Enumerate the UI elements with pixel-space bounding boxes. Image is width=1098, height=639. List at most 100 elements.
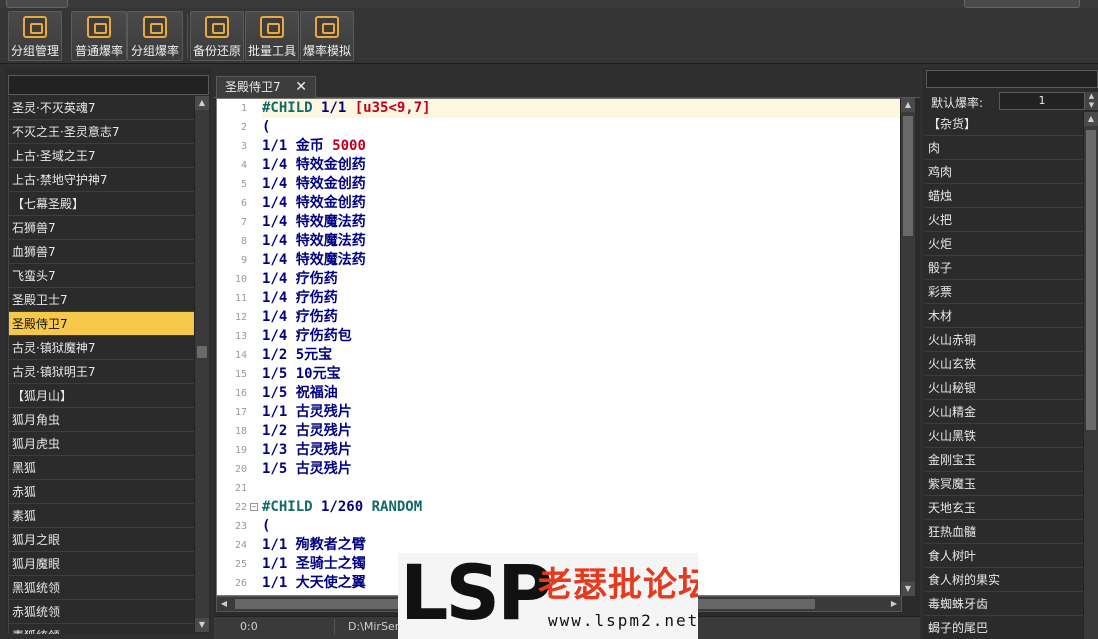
- list-item[interactable]: 火炬: [925, 232, 1083, 256]
- line-number: 22: [234, 502, 247, 513]
- list-item[interactable]: 血狮兽7: [9, 240, 194, 264]
- batch-tool-icon: [260, 16, 284, 38]
- list-item[interactable]: 火山秘银: [925, 376, 1083, 400]
- list-item[interactable]: 狐月之眼: [9, 528, 194, 552]
- item-list[interactable]: 【杂货】肉鸡肉 蜡烛 火把 火炬 骰子 彩票 木材 火山赤铜 火山玄铁 火山秘银 火山精金 火山黑铁金…: [925, 112, 1083, 639]
- batch-tool-button[interactable]: 批量工具: [245, 11, 299, 61]
- code-line: 1/4 特效金创药: [262, 157, 366, 173]
- line-number-gutter: 1 2 3 4 5 6 7 8 9 10 11 12 13 14 15 16 17 18 19 20 21 22−23 24…: [217, 99, 261, 595]
- code-line: (: [262, 518, 271, 534]
- line-number: 24: [234, 540, 247, 551]
- code-line: 1/4 疗伤药包: [262, 328, 352, 344]
- scroll-up-arrow-icon[interactable]: ▲: [901, 98, 915, 112]
- group-rate-button[interactable]: 分组爆率: [127, 11, 183, 61]
- list-item[interactable]: 毒蜘蛛牙齿: [925, 592, 1083, 616]
- list-item[interactable]: 【七幕圣殿】: [9, 192, 194, 216]
- list-item[interactable]: 蜡烛: [925, 184, 1083, 208]
- monster-list-scrollbar[interactable]: ▲ ▼: [194, 96, 209, 632]
- scroll-down-arrow-icon[interactable]: ▼: [195, 618, 209, 632]
- list-item[interactable]: 火山赤铜: [925, 328, 1083, 352]
- list-item[interactable]: 狐月角虫: [9, 408, 194, 432]
- monster-list[interactable]: 圣灵·不灭英魂7 不灭之王·圣灵意志7 上古·圣域之王7 上古·禁地守护神7 【…: [8, 96, 194, 634]
- editor-vertical-scrollbar[interactable]: ▲ ▼: [900, 98, 915, 596]
- scroll-left-arrow-icon[interactable]: ◀: [217, 598, 231, 610]
- list-item[interactable]: 赤狐: [9, 480, 194, 504]
- list-item[interactable]: 蝎子的尾巴: [925, 616, 1083, 639]
- watermark: LSP 老瑟批论坛 www.lspm2.net: [398, 553, 698, 639]
- list-item[interactable]: 火把: [925, 208, 1083, 232]
- status-divider: [334, 619, 335, 635]
- list-item[interactable]: 火山玄铁: [925, 352, 1083, 376]
- title-left-button[interactable]: [6, 0, 68, 8]
- list-item[interactable]: 食人树叶: [925, 544, 1083, 568]
- rate-simulate-button[interactable]: 爆率模拟: [300, 11, 354, 61]
- code-line: 1/4 疗伤药: [262, 271, 338, 287]
- item-list-scrollbar[interactable]: ▲: [1083, 112, 1098, 639]
- list-item[interactable]: 黑狐: [9, 456, 194, 480]
- list-item[interactable]: 火山精金: [925, 400, 1083, 424]
- list-item[interactable]: 素狐统领: [9, 624, 194, 634]
- code-editor[interactable]: 1 2 3 4 5 6 7 8 9 10 11 12 13 14 15 16 17 18 19 20 21 22−23 24…: [216, 98, 902, 596]
- close-icon[interactable]: ✕: [295, 77, 307, 97]
- code-line: 1/4 特效金创药: [262, 176, 366, 192]
- watermark-url: www.lspm2.net: [548, 611, 698, 630]
- fold-toggle-icon[interactable]: −: [250, 503, 258, 511]
- scroll-down-arrow-icon[interactable]: ▼: [901, 582, 915, 596]
- monster-search-input[interactable]: [8, 75, 209, 95]
- scroll-up-arrow-icon[interactable]: ▲: [1084, 112, 1098, 126]
- code-line: 1/5 祝福油: [262, 385, 338, 401]
- list-item[interactable]: 飞蛮头7: [9, 264, 194, 288]
- title-right-field[interactable]: [964, 0, 1080, 8]
- list-item[interactable]: 肉: [925, 136, 1083, 160]
- list-item[interactable]: 上古·禁地守护神7: [9, 168, 194, 192]
- scroll-up-arrow-icon[interactable]: ▲: [195, 96, 209, 110]
- editor-tab-bar: 圣殿侍卫7 ✕: [214, 74, 920, 98]
- list-item[interactable]: 食人树的果实: [925, 568, 1083, 592]
- list-item[interactable]: 狂热血髓: [925, 520, 1083, 544]
- list-item[interactable]: 【杂货】: [925, 112, 1083, 136]
- list-item[interactable]: 金刚宝玉: [925, 448, 1083, 472]
- code-line: #CHILD 1/260 RANDOM: [262, 499, 423, 515]
- scroll-thumb[interactable]: [1086, 130, 1096, 430]
- list-item[interactable]: 圣殿卫士7: [9, 288, 194, 312]
- list-item[interactable]: 天地玄玉: [925, 496, 1083, 520]
- scroll-thumb[interactable]: [903, 116, 913, 236]
- line-number: 20: [234, 464, 247, 475]
- list-item[interactable]: 木材: [925, 304, 1083, 328]
- list-item[interactable]: 火山黑铁: [925, 424, 1083, 448]
- list-item[interactable]: 【狐月山】: [9, 384, 194, 408]
- list-item[interactable]: 骰子: [925, 256, 1083, 280]
- list-item[interactable]: 古灵·镇狱明王7: [9, 360, 194, 384]
- list-item[interactable]: 不灭之王·圣灵意志7: [9, 120, 194, 144]
- line-number: 7: [240, 217, 247, 228]
- line-number: 21: [234, 483, 247, 494]
- normal-rate-button[interactable]: 普通爆率: [71, 11, 127, 61]
- list-item[interactable]: 赤狐统领: [9, 600, 194, 624]
- list-item[interactable]: 紫冥魔玉: [925, 472, 1083, 496]
- title-bar: [0, 0, 1098, 8]
- list-item[interactable]: 古灵·镇狱魔神7: [9, 336, 194, 360]
- list-item[interactable]: 黑狐统领: [9, 576, 194, 600]
- list-item-selected[interactable]: 圣殿侍卫7: [9, 312, 194, 336]
- rate-spinner[interactable]: ▲ ▼: [1085, 92, 1098, 110]
- line-number: 2: [240, 122, 247, 133]
- list-item[interactable]: 狐月魔眼: [9, 552, 194, 576]
- list-item[interactable]: 上古·圣域之王7: [9, 144, 194, 168]
- code-line: 1/1 金币 5000: [262, 138, 366, 154]
- editor-tab[interactable]: 圣殿侍卫7 ✕: [216, 76, 316, 98]
- list-item[interactable]: 圣灵·不灭英魂7: [9, 96, 194, 120]
- backup-restore-button[interactable]: 备份还原: [190, 11, 244, 61]
- scroll-right-arrow-icon[interactable]: ▶: [887, 598, 901, 610]
- list-item[interactable]: 素狐: [9, 504, 194, 528]
- group-manage-button[interactable]: 分组管理: [8, 11, 62, 61]
- list-item[interactable]: 石狮兽7: [9, 216, 194, 240]
- list-item[interactable]: 彩票: [925, 280, 1083, 304]
- list-item[interactable]: 狐月虎虫: [9, 432, 194, 456]
- backup-restore-icon: [205, 16, 229, 38]
- normal-rate-label: 普通爆率: [74, 44, 123, 58]
- code-line: 1/4 特效魔法药: [262, 252, 366, 268]
- default-rate-input[interactable]: 1: [999, 92, 1085, 110]
- scroll-thumb[interactable]: [197, 346, 207, 358]
- item-search-input[interactable]: [926, 70, 1098, 88]
- list-item[interactable]: 鸡肉: [925, 160, 1083, 184]
